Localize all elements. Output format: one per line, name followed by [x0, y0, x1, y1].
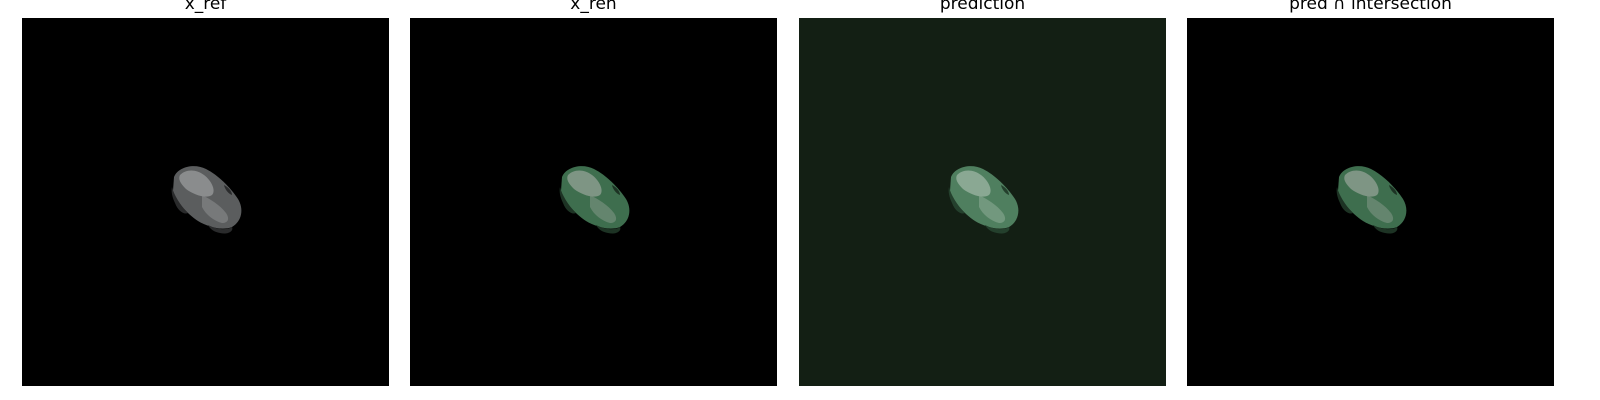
panel-image	[1187, 18, 1554, 386]
panel-x-ref: x_ref	[22, 0, 389, 386]
panel-prediction: prediction	[799, 0, 1166, 386]
panel-pred-intersection: pred ∩ intersection	[1187, 0, 1554, 386]
car-render	[22, 18, 389, 386]
panel-title: x_ref	[184, 0, 227, 14]
panel-title: prediction	[939, 0, 1026, 14]
car-render	[1187, 18, 1554, 386]
panel-title: x_ren	[570, 0, 617, 14]
panel-title: pred ∩ intersection	[1289, 0, 1452, 14]
panel-image	[410, 18, 777, 386]
panel-image	[799, 18, 1166, 386]
car-render	[410, 18, 777, 386]
panel-image	[22, 18, 389, 386]
car-render	[799, 18, 1166, 386]
panel-x-ren: x_ren	[410, 0, 777, 386]
